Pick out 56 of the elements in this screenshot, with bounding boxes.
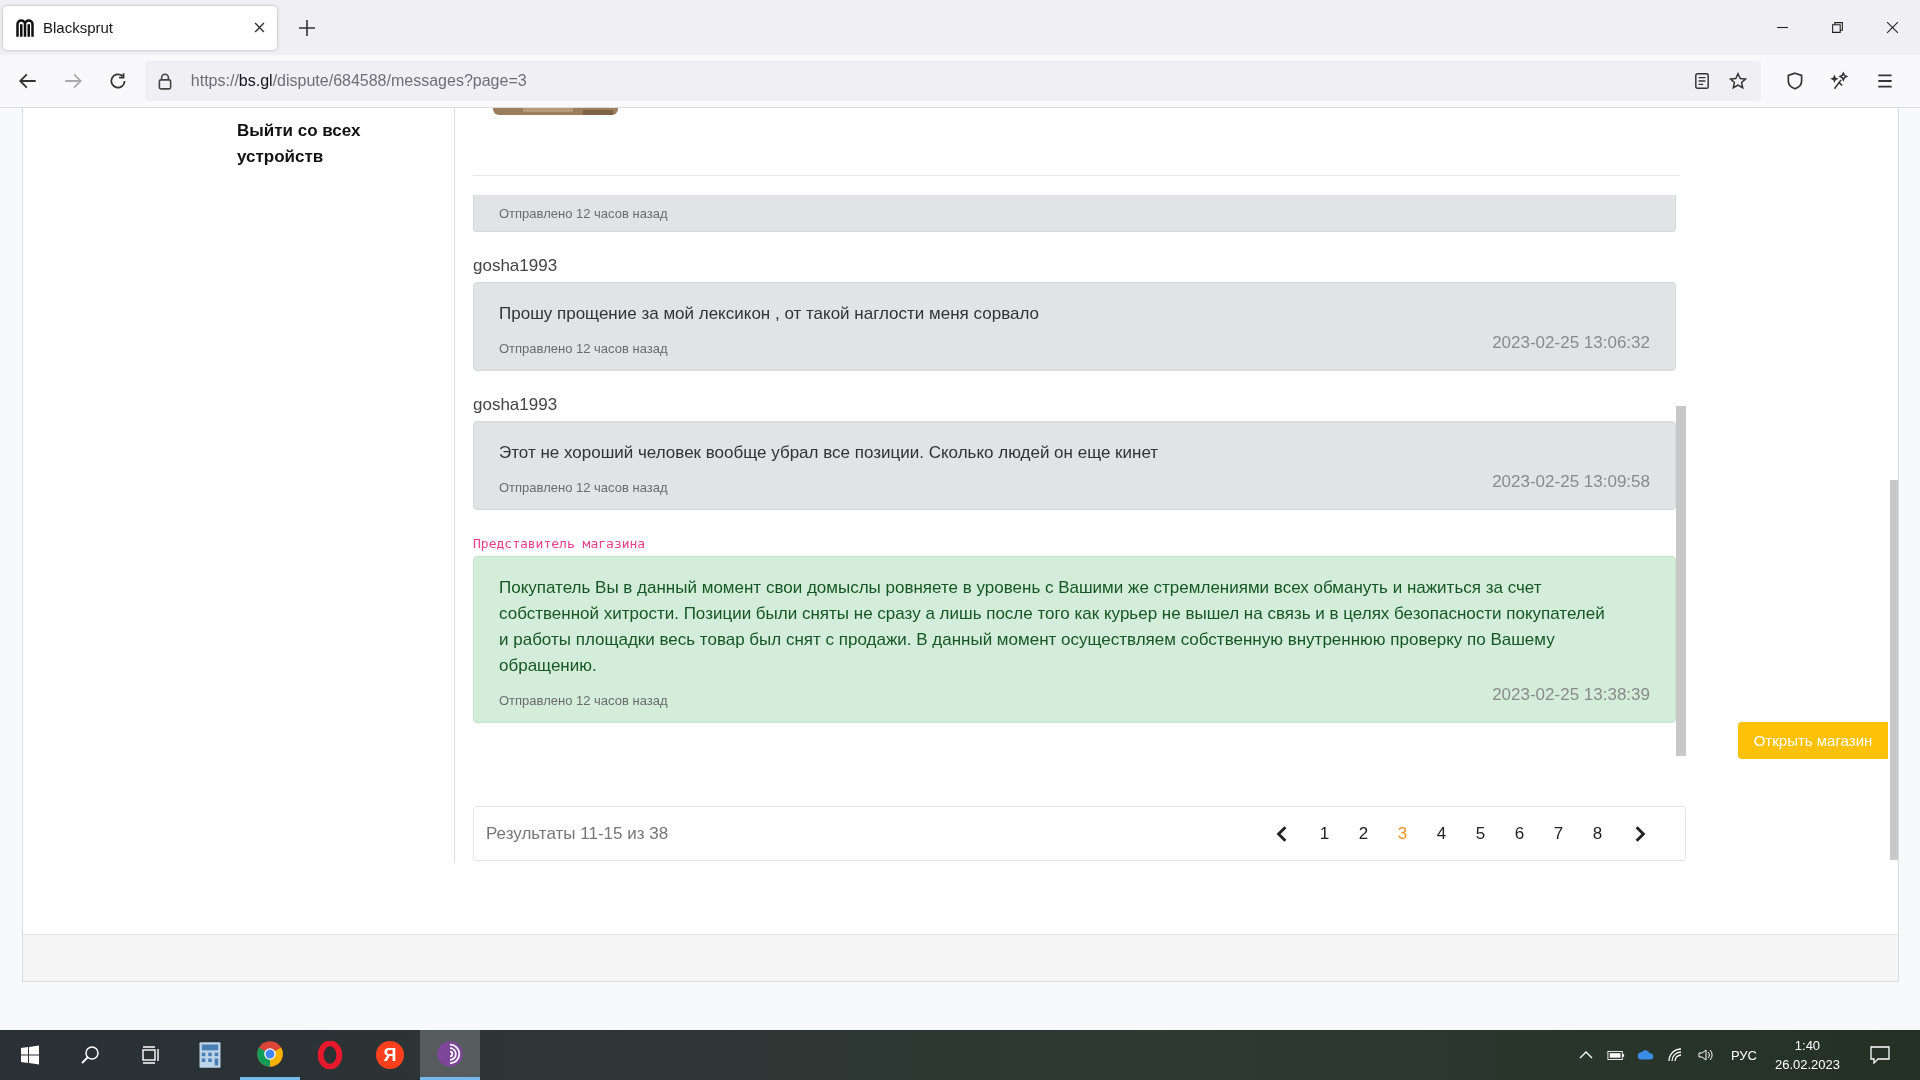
page-link[interactable]: 2 bbox=[1344, 823, 1383, 844]
sparkle-broom-icon[interactable] bbox=[1830, 71, 1851, 91]
page-scrollbar-thumb[interactable] bbox=[1890, 480, 1898, 860]
site-logo-icon bbox=[15, 17, 35, 38]
tab-title: Blacksprut bbox=[43, 19, 115, 36]
page-link[interactable]: 7 bbox=[1539, 823, 1578, 844]
task-view-icon bbox=[140, 1045, 160, 1065]
page-link[interactable]: 5 bbox=[1461, 823, 1500, 844]
results-summary: Результаты 11-15 из 38 bbox=[486, 823, 669, 844]
sent-note: Отправлено 12 часов назад bbox=[499, 480, 668, 495]
reader-view-icon[interactable] bbox=[1693, 72, 1712, 90]
reload-icon[interactable] bbox=[107, 71, 128, 91]
page-link[interactable]: 1 bbox=[1305, 823, 1344, 844]
clock-time[interactable]: 1:40 bbox=[1794, 1036, 1821, 1055]
app-letter-icon: Я bbox=[376, 1041, 404, 1069]
browser-logo-icon bbox=[256, 1039, 284, 1068]
address-bar[interactable]: https://bs.gl/dispute/684588/messages?page=3 bbox=[144, 61, 1762, 101]
lock-icon bbox=[156, 72, 173, 90]
message-text: Покупатель Вы в данный момент свои домыслы ровняете в уровень с Вашими же стремлениями всех обмануть и нажиться за счет собственной хитрости. Позиции были сняты не сразу а лишь после того как курьер не вышел на связь и в целях безопасности покупателей и работы площадки весь товар был снят с продажи. В данный момент осуществляем собственную внутреннюю проверку по Вашему обращению. bbox=[499, 577, 1606, 677]
logout-link[interactable]: Выйти со всех устройств bbox=[237, 118, 367, 170]
url-text: https://bs.gl/dispute/684588/messages?page=3 bbox=[190, 72, 527, 90]
sent-note: Отправлено 12 часов назад bbox=[499, 341, 668, 356]
previous-page-icon[interactable] bbox=[1275, 824, 1289, 843]
scrollbar-thumb[interactable] bbox=[1676, 406, 1686, 756]
browser-tab[interactable]: Blacksprut bbox=[3, 5, 277, 50]
search-icon bbox=[80, 1045, 100, 1065]
ring-logo-icon bbox=[316, 1041, 344, 1069]
next-page-icon[interactable] bbox=[1633, 824, 1647, 843]
timestamp: 2023-02-25 13:38:39 bbox=[1492, 684, 1650, 705]
role-label: Представитель магазина bbox=[473, 536, 646, 551]
timestamp: 2023-02-25 13:06:32 bbox=[1492, 332, 1650, 353]
back-icon[interactable] bbox=[18, 71, 38, 91]
notification-icon[interactable] bbox=[1870, 1046, 1890, 1064]
username: gosha1993 bbox=[473, 256, 558, 276]
clock-date[interactable]: 26.02.2023 bbox=[1774, 1055, 1840, 1074]
sent-note: Отправлено 12 часов назад bbox=[499, 693, 668, 708]
page-link[interactable]: 6 bbox=[1500, 823, 1539, 844]
page-link[interactable]: 8 bbox=[1578, 823, 1617, 844]
volume-icon[interactable] bbox=[1696, 1047, 1715, 1063]
cloud-icon[interactable] bbox=[1636, 1047, 1655, 1063]
onion-logo-icon bbox=[436, 1039, 464, 1068]
close-icon[interactable] bbox=[1886, 21, 1899, 34]
timestamp: 2023-02-25 13:09:58 bbox=[1492, 471, 1650, 492]
windows-logo-icon bbox=[20, 1045, 40, 1065]
language-indicator[interactable]: РУС bbox=[1730, 1047, 1757, 1063]
close-tab-icon[interactable] bbox=[254, 22, 265, 33]
message-text: Этот не хороший человек вообще убрал все позиции. Сколько людей он еще кинет bbox=[499, 442, 1160, 464]
message-text: Прошу прощение за мой лексикон , от такой наглости меня сорвало bbox=[499, 303, 1040, 325]
app-button[interactable]: Я bbox=[360, 1030, 420, 1080]
page-link[interactable]: 4 bbox=[1422, 823, 1461, 844]
sent-note: Отправлено 12 часов назад bbox=[499, 205, 668, 221]
bookmark-star-icon[interactable] bbox=[1729, 72, 1748, 90]
new-tab-icon[interactable] bbox=[299, 19, 315, 36]
restore-icon[interactable] bbox=[1831, 21, 1844, 34]
username: gosha1993 bbox=[473, 395, 558, 415]
app-button[interactable] bbox=[420, 1030, 480, 1080]
